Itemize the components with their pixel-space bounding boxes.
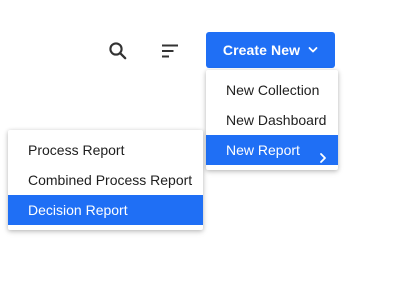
create-new-label: Create New	[222, 42, 301, 58]
create-new-menu: New Collection New Dashboard New Report	[206, 70, 338, 170]
search-icon[interactable]	[108, 41, 128, 61]
menu-item-new-dashboard[interactable]: New Dashboard	[206, 105, 338, 135]
menu-item-label: Combined Process Report	[28, 172, 193, 188]
menu-item-label: New Collection	[226, 82, 320, 98]
chevron-down-icon	[308, 45, 318, 55]
menu-item-new-report[interactable]: New Report	[206, 135, 338, 165]
menu-item-decision-report[interactable]: Decision Report	[8, 195, 203, 225]
menu-item-label: New Report	[226, 142, 300, 158]
menu-item-label: Decision Report	[28, 202, 128, 218]
chevron-right-icon	[317, 144, 329, 163]
new-report-submenu: Process Report Combined Process Report D…	[8, 130, 203, 230]
menu-item-label: New Dashboard	[226, 112, 327, 128]
menu-item-new-collection[interactable]: New Collection	[206, 75, 338, 105]
page: Create New New Collection New Dashboard …	[0, 0, 400, 300]
menu-item-combined-process-report[interactable]: Combined Process Report	[8, 165, 203, 195]
create-new-button[interactable]: Create New	[206, 32, 335, 68]
menu-item-label: Process Report	[28, 142, 125, 158]
sort-icon[interactable]	[160, 41, 180, 61]
menu-item-process-report[interactable]: Process Report	[8, 135, 203, 165]
